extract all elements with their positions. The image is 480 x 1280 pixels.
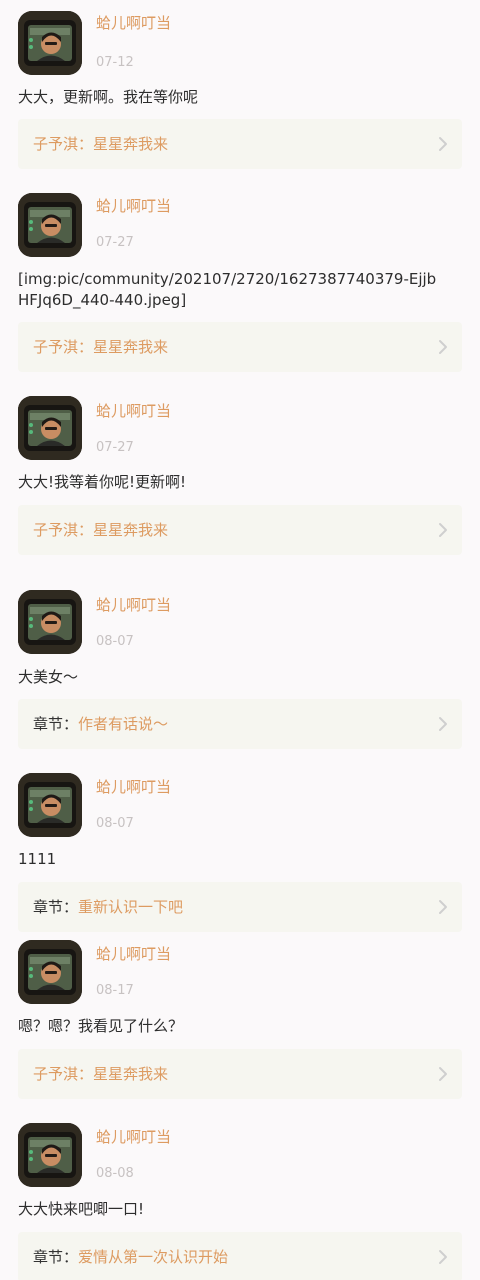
comment-item: 蛤儿啊叮当 07-27 大大!我等着你呢!更新啊! 子予淇：星星奔我来 [0,396,480,566]
avatar-image [18,773,82,837]
comment-text: 1111 [18,850,57,868]
comment-date: 07-27 [96,440,134,455]
reference-title: 星星奔我来 [93,1065,169,1083]
chevron-right-icon [438,1066,448,1082]
reference-label: 子予淇：星星奔我来 [33,1049,168,1099]
chevron-right-icon [438,1249,448,1265]
comment-item: 蛤儿啊叮当 08-17 嗯？嗯？我看见了什么？ 子予淇：星星奔我来 [0,940,480,1105]
comment-text: [img:pic/community/202107/2720/162738774… [18,270,437,309]
reference-prefix: 章节： [33,898,79,916]
comment-item: 蛤儿啊叮当 07-27 [img:pic/community/202107/27… [0,190,480,380]
chevron-right-icon [438,339,448,355]
comment-date: 08-07 [96,816,134,831]
reference-label: 子予淇：星星奔我来 [33,505,168,555]
avatar[interactable] [18,590,82,654]
reference-label: 子予淇：星星奔我来 [33,322,168,372]
comment-list-page: 蛤儿啊叮当 07-12 大大，更新啊。我在等你呢 子予淇：星星奔我来 蛤儿啊叮当… [0,0,480,1280]
avatar[interactable] [18,11,82,75]
reference-link[interactable]: 子予淇：星星奔我来 [18,119,462,169]
avatar-image [18,1123,82,1187]
comment-item: 蛤儿啊叮当 08-07 大美女～ 章节：作者有话说～ [0,590,480,750]
user-name[interactable]: 蛤儿啊叮当 [96,1128,171,1146]
comment-date: 08-08 [96,1166,134,1181]
comment-item: 蛤儿啊叮当 08-08 大大快来吧唧一口! 章节：爱情从第一次认识开始 [0,1123,480,1280]
chevron-right-icon [438,899,448,915]
comment-date: 08-17 [96,983,134,998]
reference-link[interactable]: 章节：作者有话说～ [18,699,462,749]
reference-label: 章节：作者有话说～ [33,699,168,749]
comment-text: 大大，更新啊。我在等你呢 [18,88,199,106]
avatar-image [18,590,82,654]
reference-prefix: 子予淇： [33,521,94,539]
reference-link[interactable]: 章节：爱情从第一次认识开始 [18,1232,462,1280]
user-name[interactable]: 蛤儿啊叮当 [96,778,171,796]
reference-label: 章节：爱情从第一次认识开始 [33,1232,228,1280]
comment-item: 蛤儿啊叮当 07-12 大大，更新啊。我在等你呢 子予淇：星星奔我来 [0,0,480,175]
user-name[interactable]: 蛤儿啊叮当 [96,14,171,32]
avatar-image [18,11,82,75]
avatar[interactable] [18,396,82,460]
avatar[interactable] [18,773,82,837]
comment-text: 大大快来吧唧一口! [18,1200,145,1218]
comment-text: 嗯？嗯？我看见了什么？ [18,1017,184,1035]
reference-prefix: 子予淇： [33,1065,94,1083]
avatar-image [18,940,82,1004]
avatar-image [18,396,82,460]
reference-label: 章节：重新认识一下吧 [33,882,183,932]
reference-prefix: 章节： [33,715,79,733]
reference-title: 星星奔我来 [93,135,169,153]
reference-title: 星星奔我来 [93,521,169,539]
reference-prefix: 章节： [33,1248,79,1266]
reference-title: 作者有话说～ [78,715,169,733]
chevron-right-icon [438,522,448,538]
reference-link[interactable]: 子予淇：星星奔我来 [18,322,462,372]
avatar[interactable] [18,193,82,257]
reference-label: 子予淇：星星奔我来 [33,119,168,169]
avatar[interactable] [18,1123,82,1187]
avatar[interactable] [18,940,82,1004]
user-name[interactable]: 蛤儿啊叮当 [96,596,171,614]
comment-text: 大大!我等着你呢!更新啊! [18,473,187,491]
comment-item: 蛤儿啊叮当 08-07 1111 章节：重新认识一下吧 [0,773,480,933]
chevron-right-icon [438,136,448,152]
reference-title: 星星奔我来 [93,338,169,356]
reference-prefix: 子予淇： [33,135,94,153]
reference-title: 重新认识一下吧 [78,898,184,916]
reference-link[interactable]: 章节：重新认识一下吧 [18,882,462,932]
user-name[interactable]: 蛤儿啊叮当 [96,402,171,420]
comment-date: 07-12 [96,55,134,70]
comment-date: 07-27 [96,235,134,250]
reference-link[interactable]: 子予淇：星星奔我来 [18,505,462,555]
comment-date: 08-07 [96,634,134,649]
reference-title: 爱情从第一次认识开始 [78,1248,229,1266]
chevron-right-icon [438,716,448,732]
avatar-image [18,193,82,257]
user-name[interactable]: 蛤儿啊叮当 [96,197,171,215]
comment-text: 大美女～ [18,668,79,686]
reference-link[interactable]: 子予淇：星星奔我来 [18,1049,462,1099]
reference-prefix: 子予淇： [33,338,94,356]
user-name[interactable]: 蛤儿啊叮当 [96,945,171,963]
